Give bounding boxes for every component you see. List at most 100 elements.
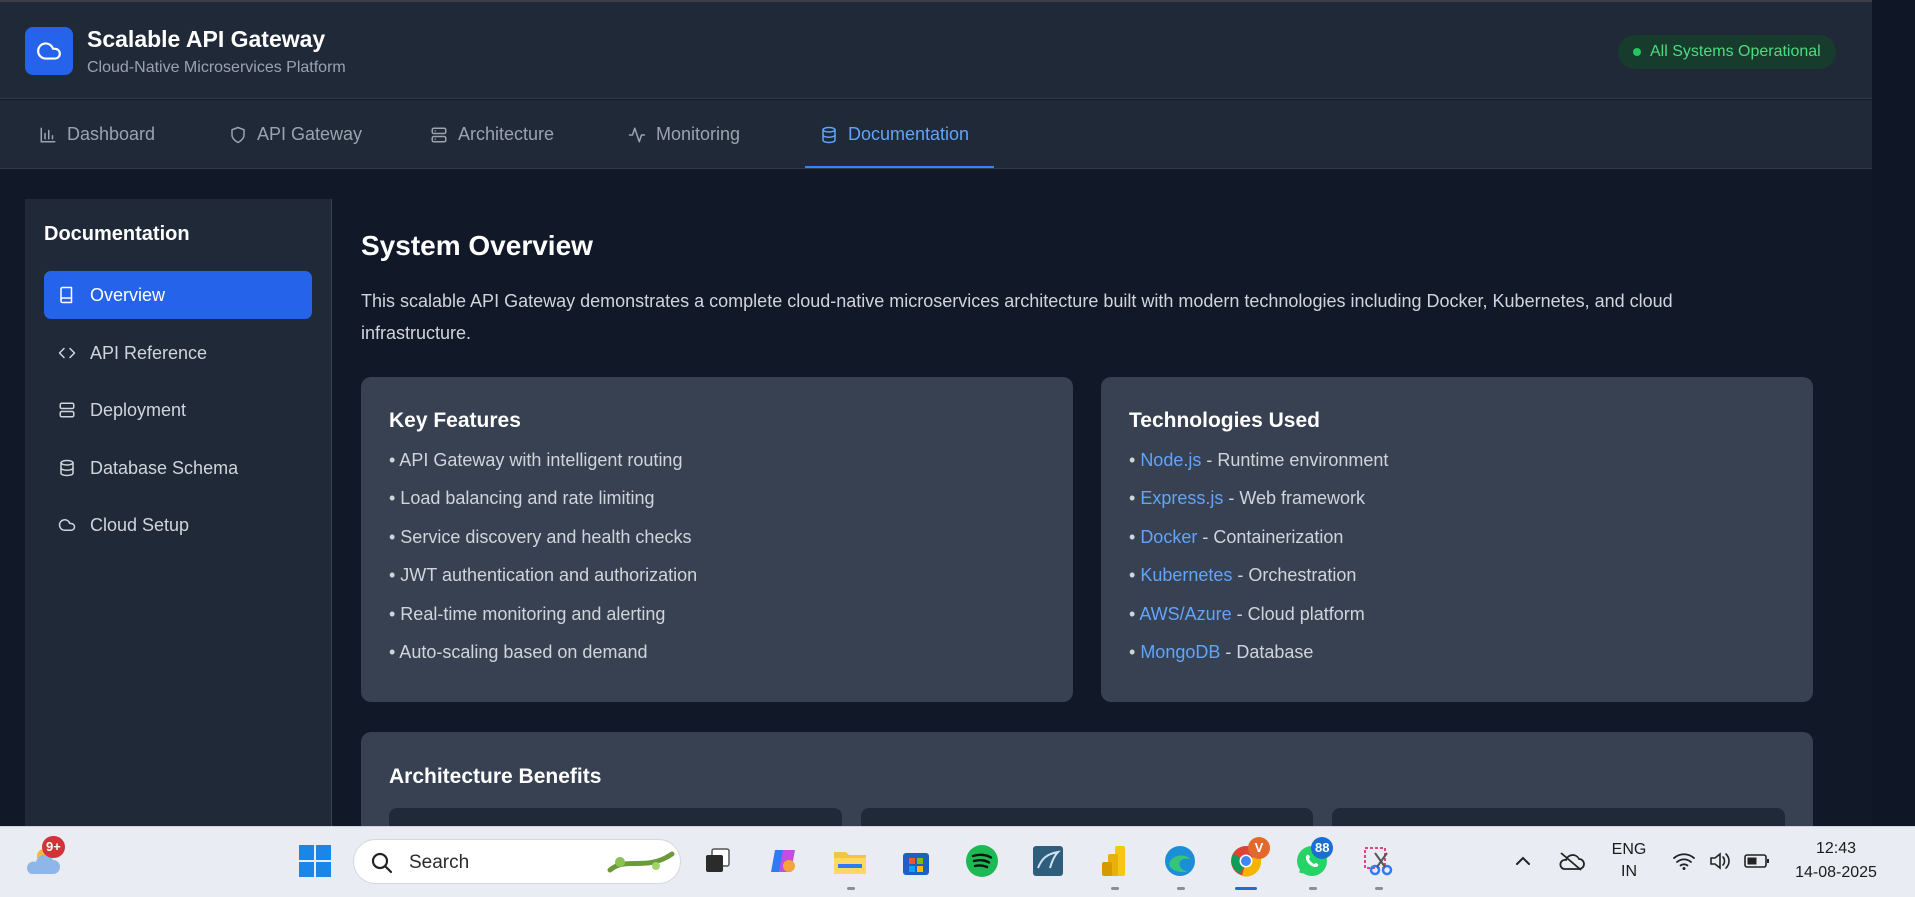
cloud-logo-icon (25, 27, 73, 75)
sidebar-item-deployment[interactable]: Deployment (44, 386, 312, 434)
sidebar-item-label: API Reference (90, 342, 208, 363)
list-item: • Node.js - Runtime environment (1129, 450, 1389, 470)
list-item: • API Gateway with intelligent routing (389, 450, 683, 470)
volume-icon[interactable] (1700, 841, 1740, 881)
copilot-icon[interactable] (764, 841, 804, 881)
snipping-tool-icon[interactable] (1358, 841, 1398, 881)
sidebar-heading: Documentation (44, 223, 190, 245)
tab-architecture[interactable]: Architecture (430, 100, 554, 169)
app-subtitle: Cloud-Native Microservices Platform (87, 59, 346, 76)
cloud-icon (58, 519, 76, 531)
bar-chart-icon (40, 127, 56, 142)
app-window: Scalable API Gateway Cloud-Native Micros… (0, 0, 1872, 826)
database-icon (60, 459, 74, 477)
windows-taskbar: 9+ Search V 88 ENG IN 12:43 14-08-2025 (0, 826, 1915, 897)
sidebar-item-api-reference[interactable]: API Reference (44, 329, 312, 377)
technology-desc: - Containerization (1197, 526, 1344, 547)
technology-name: Kubernetes (1140, 565, 1233, 586)
spotify-icon[interactable] (962, 841, 1002, 881)
region-indicator[interactable]: IN (1605, 863, 1653, 881)
technology-name: MongoDB (1140, 641, 1221, 662)
list-item: • Real-time monitoring and alerting (389, 603, 666, 624)
chrome-profile-badge: V (1248, 837, 1270, 859)
card-title: Architecture Benefits (389, 765, 602, 788)
tab-label: Documentation (848, 124, 970, 144)
file-explorer-icon[interactable] (830, 841, 870, 881)
task-view-icon[interactable] (698, 841, 738, 881)
active-tab-indicator (805, 166, 994, 168)
technology-desc: - Database (1220, 641, 1314, 662)
book-icon (60, 286, 73, 304)
technology-desc: - Cloud platform (1231, 603, 1365, 624)
running-indicator (1111, 887, 1119, 890)
page-description: This scalable API Gateway demonstrates a… (361, 291, 1673, 343)
search-icon (371, 852, 393, 874)
sidebar-item-label: Deployment (90, 399, 187, 420)
technologies-card: Technologies Used • Node.js - Runtime en… (1101, 377, 1813, 702)
technology-name: AWS/Azure (1139, 603, 1232, 624)
chevron-up-icon[interactable] (1503, 841, 1543, 881)
tab-label: Monitoring (656, 124, 741, 144)
taskbar-search[interactable]: Search (353, 839, 681, 884)
search-placeholder: Search (409, 852, 470, 873)
wifi-icon[interactable] (1664, 841, 1704, 881)
onedrive-offline-icon[interactable] (1551, 841, 1591, 881)
list-item: • Docker - Containerization (1129, 526, 1344, 547)
sidebar-item-label: Database Schema (90, 457, 239, 478)
tab-label: Dashboard (67, 124, 156, 144)
card-title: Technologies Used (1129, 409, 1320, 432)
sidebar-item-overview[interactable]: Overview (44, 271, 312, 319)
list-item: • JWT authentication and authorization (389, 565, 698, 586)
key-features-card: Key Features • API Gateway with intellig… (361, 377, 1073, 702)
technology-desc: - Runtime environment (1201, 450, 1389, 470)
mysql-workbench-icon[interactable] (1028, 841, 1068, 881)
sidebar-item-database-schema[interactable]: Database Schema (44, 444, 312, 492)
database-icon (822, 126, 836, 143)
status-text: All Systems Operational (1650, 43, 1821, 60)
weather-badge: 9+ (42, 836, 65, 858)
battery-icon[interactable] (1737, 841, 1777, 881)
main-nav: Dashboard API Gateway Architecture Monit… (0, 100, 1872, 169)
windows-start-icon[interactable] (295, 841, 335, 881)
sidebar-item-label: Overview (90, 284, 166, 305)
app-title: Scalable API Gateway (87, 26, 326, 52)
sidebar-item-cloud-setup[interactable]: Cloud Setup (44, 501, 312, 549)
running-indicator (1375, 887, 1383, 890)
status-dot-icon (1633, 48, 1641, 56)
clock-date[interactable]: 14-08-2025 (1790, 864, 1882, 882)
list-item: • Service discovery and health checks (389, 526, 692, 547)
tab-dashboard[interactable]: Dashboard (39, 100, 155, 169)
microsoft-store-icon[interactable] (896, 841, 936, 881)
page-title: System Overview (361, 230, 593, 261)
clock-time[interactable]: 12:43 (1790, 840, 1882, 858)
running-indicator (1309, 887, 1317, 890)
technology-name: Node.js (1140, 450, 1202, 470)
status-badge: All Systems Operational (1618, 35, 1836, 69)
list-item: • Express.js - Web framework (1129, 488, 1366, 509)
technology-desc: - Web framework (1223, 488, 1366, 509)
tab-api-gateway[interactable]: API Gateway (229, 100, 362, 169)
active-app-indicator (1235, 887, 1257, 890)
list-item: • Kubernetes - Orchestration (1129, 565, 1357, 586)
app-header: Scalable API Gateway Cloud-Native Micros… (0, 2, 1872, 99)
list-item: • MongoDB - Database (1129, 641, 1314, 662)
benefit-tile (1332, 808, 1785, 826)
technology-list: • Node.js - Runtime environment • Expres… (1129, 447, 1388, 677)
language-indicator[interactable]: ENG (1605, 841, 1653, 859)
card-title: Key Features (389, 409, 521, 432)
running-indicator (1177, 887, 1185, 890)
technology-name: Express.js (1140, 488, 1224, 509)
tab-label: API Gateway (257, 124, 363, 144)
power-bi-icon[interactable] (1094, 841, 1134, 881)
running-indicator (847, 887, 855, 890)
list-item: • Load balancing and rate limiting (389, 488, 655, 509)
tab-documentation[interactable]: Documentation (820, 100, 969, 169)
sidebar-item-label: Cloud Setup (90, 514, 190, 535)
docs-sidebar: Documentation Overview API Reference Dep… (25, 199, 332, 826)
list-item: • Auto-scaling based on demand (389, 641, 648, 662)
tab-monitoring[interactable]: Monitoring (628, 100, 740, 169)
edge-icon[interactable] (1160, 841, 1200, 881)
tab-label: Architecture (458, 124, 555, 144)
technology-name: Docker (1140, 526, 1198, 547)
shield-icon (231, 126, 245, 143)
